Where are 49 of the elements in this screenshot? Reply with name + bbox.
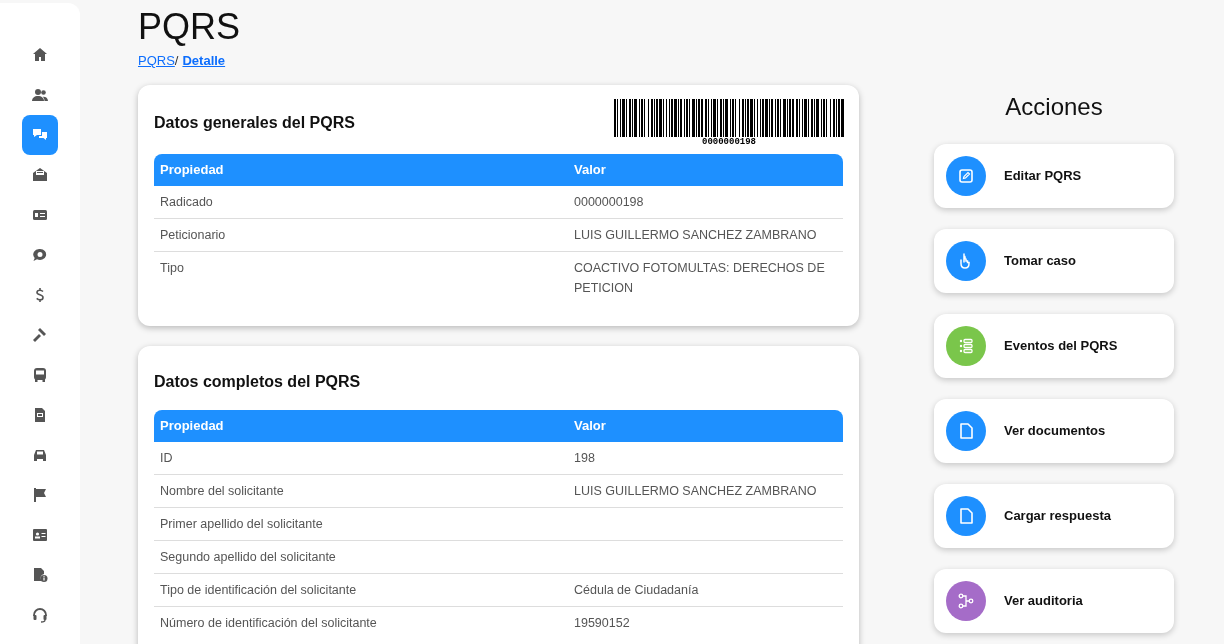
headset-icon	[32, 607, 48, 623]
breadcrumb-link[interactable]: Detalle	[182, 51, 226, 71]
action-button[interactable]: Eventos del PQRS	[934, 314, 1174, 378]
bubble-icon	[32, 247, 48, 263]
inbox-icon	[32, 167, 48, 183]
chat-icon	[32, 127, 48, 143]
fileinfo-icon	[32, 567, 48, 583]
table-cell-text: Primer apellido del solicitante	[160, 515, 324, 533]
action-button[interactable]: Ver documentos	[934, 399, 1174, 463]
action-button[interactable]: Tomar caso	[934, 229, 1174, 293]
table-cell-text: COACTIVO FOTOMULTAS: DERECHOS DE PETICION	[574, 259, 826, 297]
car-icon	[32, 447, 48, 463]
users-icon	[32, 87, 48, 103]
table-cell-text: 198	[574, 449, 596, 467]
table-cell-text: Número de identificación del solicitante	[160, 614, 378, 632]
action-button[interactable]: Cargar respuesta	[934, 484, 1174, 548]
home-icon	[32, 47, 48, 63]
flag-icon	[32, 487, 48, 503]
table-cell-text: Cédula de Ciudadanía	[574, 581, 700, 599]
barcode-number: 0000000198	[702, 136, 756, 147]
breadcrumb-separator: /	[174, 52, 179, 70]
table-cell-text: ID	[160, 449, 174, 467]
card-icon	[32, 207, 48, 223]
column-header: Valor	[574, 416, 607, 435]
table-cell-text: Tipo de identificación del solicitante	[160, 581, 358, 599]
table-cell-text: Radicado	[160, 193, 214, 211]
action-button[interactable]: Ver auditoria	[934, 569, 1174, 633]
table-cell-text: LUIS GUILLERMO SANCHEZ ZAMBRANO	[574, 482, 818, 500]
sidebar-item[interactable]	[22, 115, 58, 155]
column-header: Propiedad	[160, 416, 225, 435]
table-cell-text: Peticionario	[160, 226, 227, 244]
table-cell-text: 0000000198	[574, 193, 645, 211]
idcard-icon	[32, 527, 48, 543]
actions-title: Acciones	[1005, 92, 1103, 122]
column-header: Valor	[574, 160, 607, 179]
bus-icon	[32, 367, 48, 383]
card-title: Datos completos del PQRS	[154, 371, 362, 392]
page-title: PQRS	[138, 5, 242, 49]
card-title: Datos generales del PQRS	[154, 112, 355, 133]
column-header: Propiedad	[160, 160, 225, 179]
table-cell-text: Segundo apellido del solicitante	[160, 548, 337, 566]
doc-icon	[32, 407, 48, 423]
action-button[interactable]: Editar PQRS	[934, 144, 1174, 208]
table-cell-text: 19590152	[574, 614, 631, 632]
table-cell-text: Nombre del solicitante	[160, 482, 285, 500]
gavel-icon	[32, 327, 48, 343]
table-cell-text: LUIS GUILLERMO SANCHEZ ZAMBRANO	[574, 226, 818, 244]
breadcrumb-link[interactable]: PQRS	[138, 51, 175, 71]
table-cell-text: Tipo	[160, 259, 185, 277]
